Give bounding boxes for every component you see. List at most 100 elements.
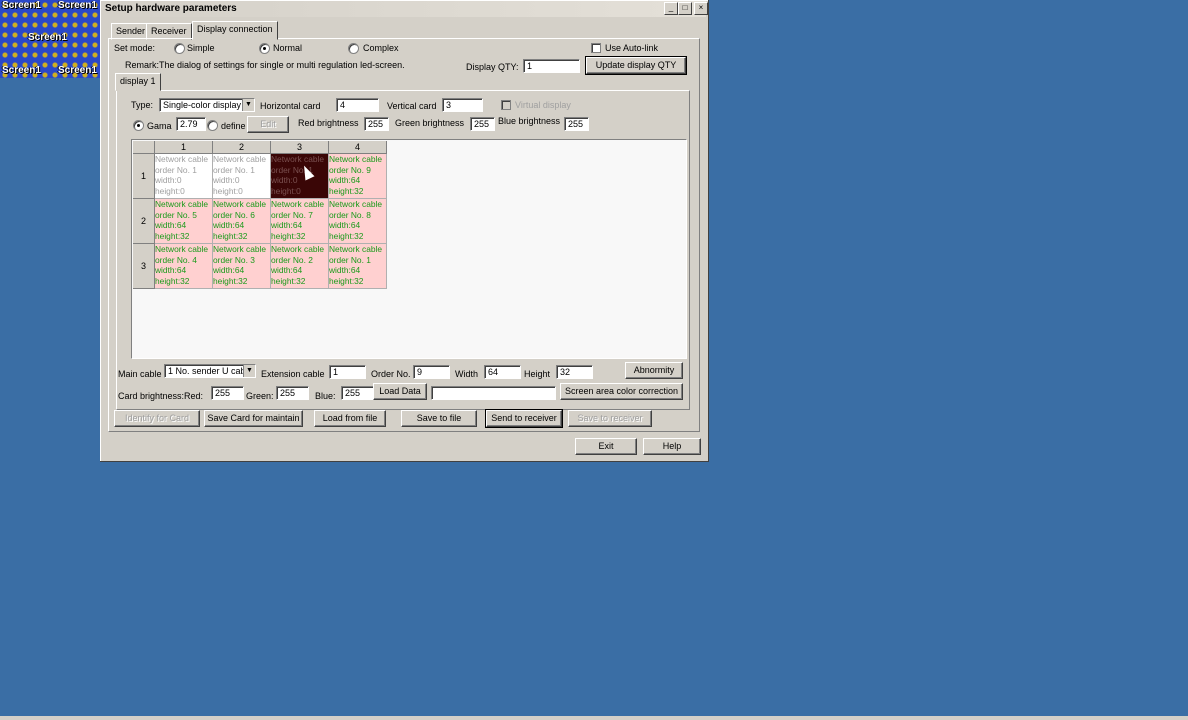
grid-cell[interactable]: Network cable order No. 8 width:64 height:3… [329,199,387,244]
height-label: Height [524,369,551,379]
screen-label: Screen1 [28,32,67,43]
card-brightness-red-label: Card brightness:Red: [118,391,204,401]
grid-cell-line: height:32 [155,275,190,286]
grid-cell[interactable]: Network cable order No. 1 width:0 height:0 [271,154,329,199]
grid-cell[interactable]: Network cable order No. 3 width:64 height:3… [213,244,271,289]
grid-cell[interactable]: Network cable order No. 5 width:64 height:3… [155,199,213,244]
grid-cell-line: Network cable [271,244,325,254]
main-cable-label: Main cable [118,369,162,379]
save-card-for-maintain-button[interactable]: Save Card for maintain [204,410,303,427]
grid-cell-line: height:32 [329,230,364,241]
order-no-input[interactable]: 9 [413,365,450,379]
grid-cell[interactable]: Network cable order No. 1 width:0 height:0 [213,154,271,199]
define-label: define [221,121,246,131]
card-brightness-green-input[interactable]: 255 [276,386,309,400]
load-data-path-input[interactable] [431,386,556,400]
blue-brightness-label: Blue brightness [498,116,561,126]
width-input[interactable]: 64 [484,365,521,379]
grid-cell-line: order No. 6 [213,209,255,220]
radio-simple-label: Simple [187,43,215,53]
column-header[interactable]: 1 [155,141,213,154]
edit-button[interactable]: Edit [247,116,289,133]
card-brightness-blue-input[interactable]: 255 [341,386,374,400]
load-from-file-button[interactable]: Load from file [314,410,386,427]
exit-button[interactable]: Exit [575,438,637,455]
chevron-down-icon[interactable]: ▼ [243,365,255,377]
radio-define[interactable] [207,120,218,131]
type-select[interactable]: Single-color display ▼ [159,98,255,112]
grid-cell-line: width:64 [271,220,303,230]
radio-simple[interactable] [174,43,185,54]
row-header[interactable]: 1 [133,154,155,199]
grid-cell-line: height:0 [155,185,185,196]
virtual-display-checkbox[interactable] [501,100,511,110]
gama-input[interactable]: 2.79 [176,117,206,131]
column-header[interactable]: 2 [213,141,271,154]
grid-cell-line: width:64 [155,265,187,275]
grid-cell-line: width:64 [329,265,361,275]
vertical-card-input[interactable]: 3 [442,98,483,112]
maximize-button[interactable]: □ [678,2,692,15]
tab-display-connection[interactable]: Display connection [192,21,278,40]
extension-cable-input[interactable]: 1 [329,365,366,379]
order-no-label: Order No. [371,369,411,379]
grid-cell[interactable]: Network cable order No. 9 width:64 height:3… [329,154,387,199]
grid-cell-line: height:0 [271,185,301,196]
horizontal-card-input[interactable]: 4 [336,98,379,112]
height-input[interactable]: 32 [556,365,593,379]
row-header[interactable]: 2 [133,199,155,244]
column-header[interactable]: 4 [329,141,387,154]
display-qty-input[interactable]: 1 [523,59,580,73]
grid-cell-line: width:64 [329,175,361,185]
grid-cell-line: width:0 [271,175,298,185]
radio-normal[interactable] [259,43,270,54]
grid-cell-line: height:32 [213,230,248,241]
grid-cell-line: Network cable [155,154,209,164]
horizontal-card-label: Horizontal card [260,101,321,111]
display-qty-label: Display QTY: [466,62,519,72]
identify-for-card-button[interactable]: Identify for Card [114,410,200,427]
grid-cell[interactable]: Network cable order No. 4 width:64 height:3… [155,244,213,289]
title-bar[interactable]: Setup hardware parameters _ □ × [102,1,708,17]
grid-cell[interactable]: Network cable order No. 2 width:64 height:3… [271,244,329,289]
width-label: Width [455,369,479,379]
abnormity-button[interactable]: Abnormity [625,362,683,379]
grid-cell-line: order No. 8 [329,209,371,220]
main-cable-value: 1 No. sender U cab [168,366,246,376]
tab-display-1[interactable]: display 1 [115,73,161,91]
grid-cell[interactable]: Network cable order No. 1 width:0 height:0 [155,154,213,199]
grid-cell[interactable]: Network cable order No. 1 width:64 height:3… [329,244,387,289]
blue-brightness-input[interactable]: 255 [564,117,589,131]
card-brightness-red-input[interactable]: 255 [211,386,244,400]
minimize-button[interactable]: _ [664,2,678,15]
send-to-receiver-button[interactable]: Send to receiver [485,409,563,428]
help-button[interactable]: Help [643,438,701,455]
row-header[interactable]: 3 [133,244,155,289]
screen-area-color-correction-button[interactable]: Screen area color correction [560,383,683,400]
radio-gama[interactable] [133,120,144,131]
grid-cell-line: height:32 [213,275,248,286]
grid-cell-line: width:64 [213,265,245,275]
update-display-qty-button[interactable]: Update display QTY [585,56,687,75]
radio-complex[interactable] [348,43,359,54]
taskbar-edge [0,716,1188,720]
red-brightness-input[interactable]: 255 [364,117,389,131]
close-button[interactable]: × [694,2,708,15]
load-data-button[interactable]: Load Data [373,383,427,400]
column-header[interactable]: 3 [271,141,329,154]
grid-cell-line: Network cable [271,199,325,209]
grid-cell-line: order No. 1 [213,164,255,175]
grid-cell-line: height:0 [213,185,243,196]
grid-cell-line: order No. 5 [155,209,197,220]
green-brightness-input[interactable]: 255 [470,117,495,131]
grid-cell[interactable]: Network cable order No. 7 width:64 height:3… [271,199,329,244]
grid-cell-line: height:32 [329,275,364,286]
save-to-receiver-button[interactable]: Save to receiver [568,410,652,427]
grid-cell[interactable]: Network cable order No. 6 width:64 height:3… [213,199,271,244]
grid-cell-line: height:32 [271,275,306,286]
auto-link-checkbox[interactable] [591,43,601,53]
chevron-down-icon[interactable]: ▼ [242,99,254,111]
card-brightness-green-label: Green: [246,391,274,401]
main-cable-select[interactable]: 1 No. sender U cab ▼ [164,364,256,378]
save-to-file-button[interactable]: Save to file [401,410,477,427]
